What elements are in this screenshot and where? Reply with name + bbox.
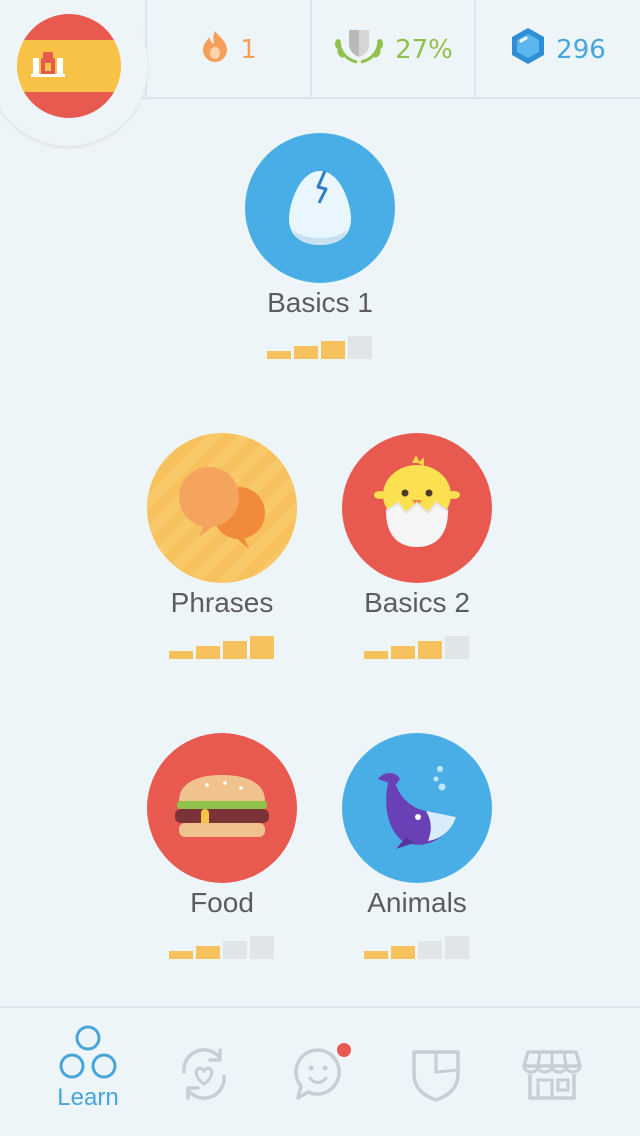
speech-bubbles-icon [147,433,297,583]
nav-shop[interactable] [488,1008,616,1136]
bottom-navigation: Learn [0,1006,640,1136]
strength-bar-3 [321,341,345,359]
notification-dot [337,1043,351,1057]
crown-progress[interactable]: 27% [310,0,474,99]
strength-bar-2 [196,646,220,659]
skill-strength-bars [267,335,373,359]
strength-bar-3 [223,941,247,959]
strength-bar-1 [267,351,291,359]
strength-bar-2 [294,346,318,359]
chick-icon [342,433,492,583]
gems-counter[interactable]: 296 [474,0,640,99]
strength-bar-4 [445,936,469,959]
skill-strength-bars [364,635,470,659]
egg-icon [245,133,395,283]
strength-bar-4 [348,336,372,359]
streak-value: 1 [240,34,257,65]
flame-icon [200,29,230,70]
shield-icon [412,1050,460,1102]
skill-phrases[interactable]: Phrases [122,433,322,673]
spain-flag-icon [17,14,121,118]
skill-name: Animals [367,887,467,918]
gem-icon [510,27,546,72]
practice-heart-icon [182,1048,226,1100]
skill-name: Phrases [170,587,274,618]
nav-chat[interactable] [256,1008,384,1136]
nav-learn-label: Learn [57,1084,119,1111]
strength-bar-1 [364,651,388,659]
strength-bar-3 [418,941,442,959]
skill-strength-bars [169,635,275,659]
nav-leagues[interactable] [372,1008,500,1136]
streak-counter[interactable]: 1 [145,0,310,99]
skill-animals[interactable]: Animals [317,733,517,973]
strength-bar-2 [391,946,415,959]
burger-icon [147,733,297,883]
strength-bar-3 [223,641,247,659]
skill-strength-bars [364,935,470,959]
skill-basics-2[interactable]: Basics 2 [317,433,517,673]
strength-bar-2 [391,646,415,659]
skill-name: Basics 2 [364,587,470,618]
skill-food[interactable]: Food [122,733,322,973]
strength-bar-2 [196,946,220,959]
chat-face-icon [294,1043,351,1100]
strength-bar-1 [169,951,193,959]
skill-name: Basics 1 [267,287,373,318]
skill-strength-bars [169,935,275,959]
crown-shield-icon [333,26,385,73]
gems-value: 296 [556,34,606,65]
shop-icon [522,1050,582,1100]
crown-value: 27% [395,34,453,65]
strength-bar-1 [364,951,388,959]
strength-bar-3 [418,641,442,659]
learn-icon [59,1025,117,1079]
whale-icon [342,733,492,883]
strength-bar-1 [169,651,193,659]
skill-basics-1[interactable]: Basics 1 [220,133,420,373]
nav-learn[interactable]: Learn [24,1008,152,1136]
strength-bar-4 [250,636,274,659]
strength-bar-4 [250,936,274,959]
language-selector[interactable] [0,0,148,146]
skill-name: Food [190,887,254,918]
strength-bar-4 [445,636,469,659]
nav-practice[interactable] [140,1008,268,1136]
